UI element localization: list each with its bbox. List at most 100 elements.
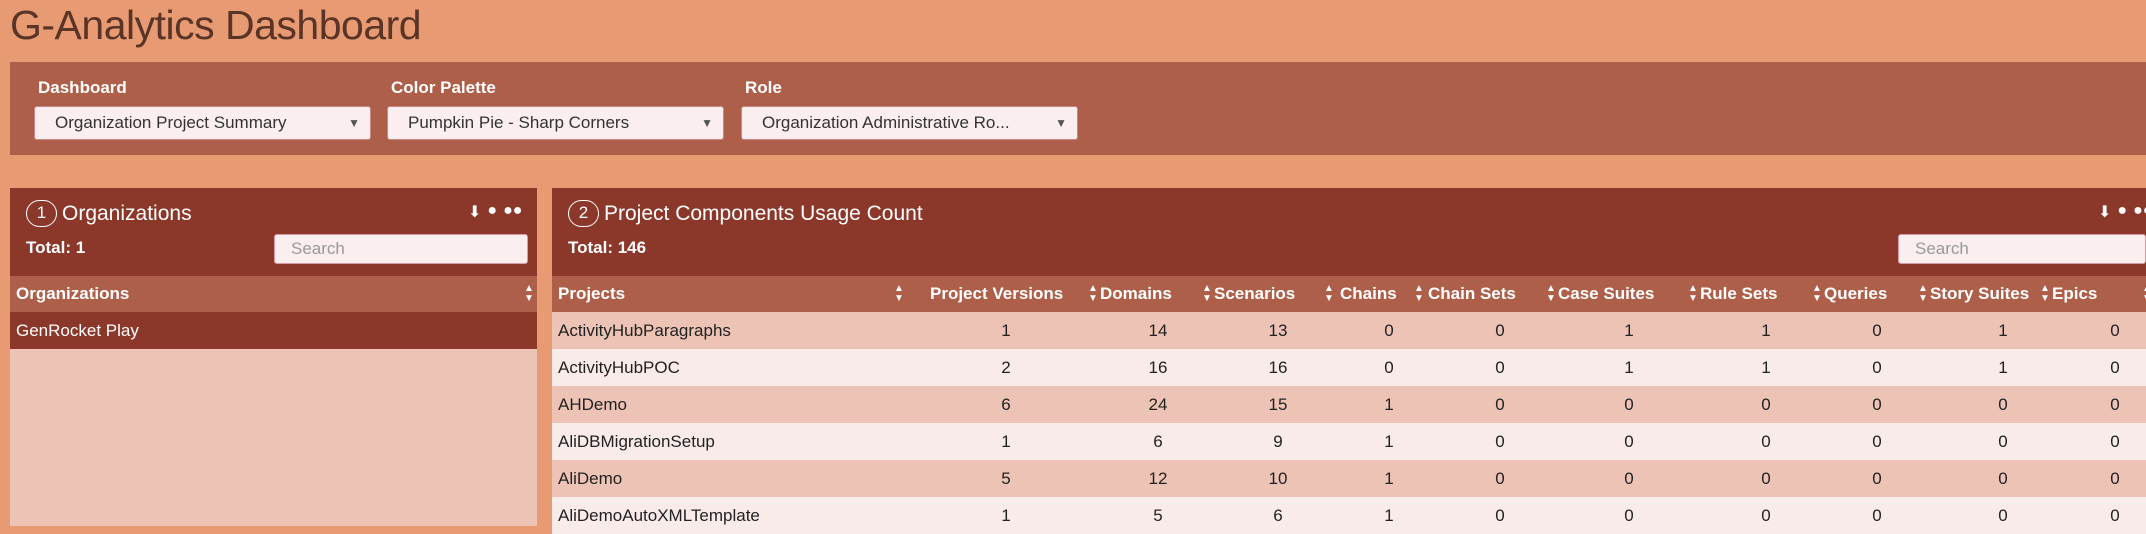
sort-icon[interactable]: ▲▼ bbox=[1088, 284, 1098, 304]
cell-value: 24 bbox=[1148, 395, 1168, 414]
organizations-panel: 1 Organizations ⬇ ● ●● Total: 1 Search O… bbox=[10, 188, 537, 526]
sort-icon[interactable]: ▲▼ bbox=[2040, 284, 2050, 304]
cell-value: 15 bbox=[1268, 395, 1288, 414]
table-row[interactable]: AliDBMigrationSetup 1 6 9 1 0 0 0 0 0 0 bbox=[552, 423, 2146, 460]
cell-value: 0 bbox=[1624, 432, 1634, 451]
role-select-value: Organization Administrative Ro... bbox=[762, 113, 1010, 132]
table-row[interactable]: AliDemo 5 12 10 1 0 0 0 0 0 0 bbox=[552, 460, 2146, 497]
column-header-queries[interactable]: Queries bbox=[1824, 276, 1887, 312]
panel-number: 1 bbox=[26, 200, 57, 227]
sort-icon[interactable]: ▲▼ bbox=[1324, 284, 1334, 304]
cell-value: 1 bbox=[1001, 506, 1011, 525]
role-select[interactable]: Organization Administrative Ro... ▼ bbox=[741, 106, 1078, 140]
cell-value: 6 bbox=[1153, 432, 1163, 451]
cell-value: 0 bbox=[2110, 358, 2120, 377]
users-icon[interactable]: ●● bbox=[503, 202, 522, 222]
cell-value: 0 bbox=[1495, 506, 1505, 525]
column-header-story-suites[interactable]: Story Suites bbox=[1930, 276, 2029, 312]
organization-name: GenRocket Play bbox=[16, 321, 139, 340]
user-icon[interactable]: ● bbox=[487, 202, 497, 222]
download-icon[interactable]: ⬇ bbox=[468, 202, 481, 222]
cell-value: 0 bbox=[2110, 506, 2120, 525]
project-name: AHDemo bbox=[558, 395, 627, 414]
organizations-total: Total: 1 bbox=[26, 238, 86, 257]
column-header-project-versions[interactable]: Project Versions bbox=[930, 276, 1063, 312]
project-name: AliDBMigrationSetup bbox=[558, 432, 715, 451]
dashboard-select[interactable]: Organization Project Summary ▼ bbox=[34, 106, 371, 140]
project-name: AliDemoAutoXMLTemplate bbox=[558, 506, 760, 525]
column-header-chains[interactable]: Chains bbox=[1340, 276, 1397, 312]
column-header-case-suites[interactable]: Case Suites bbox=[1558, 276, 1654, 312]
cell-value: 6 bbox=[1001, 395, 1011, 414]
cell-value: 0 bbox=[1872, 469, 1882, 488]
sort-icon[interactable]: ▲▼ bbox=[2142, 284, 2146, 304]
panel-title: Organizations bbox=[62, 201, 192, 225]
column-header-projects[interactable]: Projects bbox=[558, 276, 625, 312]
cell-value: 1 bbox=[1998, 358, 2008, 377]
cell-value: 1 bbox=[1384, 469, 1394, 488]
sort-icon[interactable]: ▲▼ bbox=[1414, 284, 1424, 304]
users-icon[interactable]: ●● bbox=[2133, 202, 2146, 222]
column-header-organizations[interactable]: Organizations bbox=[16, 276, 129, 312]
column-header-scenarios[interactable]: Scenarios bbox=[1214, 276, 1295, 312]
sort-icon[interactable]: ▲▼ bbox=[1546, 284, 1556, 304]
cell-value: 0 bbox=[1872, 506, 1882, 525]
column-header-rule-sets[interactable]: Rule Sets bbox=[1700, 276, 1777, 312]
organizations-column-header: Organizations ▲ ▼ bbox=[10, 276, 537, 312]
cell-value: 1 bbox=[1384, 395, 1394, 414]
cell-value: 0 bbox=[1624, 395, 1634, 414]
cell-value: 0 bbox=[1761, 506, 1771, 525]
sort-icon[interactable]: ▲▼ bbox=[894, 284, 904, 304]
cell-value: 0 bbox=[1495, 358, 1505, 377]
cell-value: 5 bbox=[1153, 506, 1163, 525]
cell-value: 1 bbox=[1384, 506, 1394, 525]
cell-value: 6 bbox=[1273, 506, 1283, 525]
table-row[interactable]: ActivityHubPOC 2 16 16 0 0 1 1 0 1 0 bbox=[552, 349, 2146, 386]
cell-value: 12 bbox=[1148, 469, 1168, 488]
palette-select[interactable]: Pumpkin Pie - Sharp Corners ▼ bbox=[387, 106, 724, 140]
table-row[interactable]: AHDemo 6 24 15 1 0 0 0 0 0 0 bbox=[552, 386, 2146, 423]
palette-filter: Color Palette Pumpkin Pie - Sharp Corner… bbox=[387, 78, 724, 140]
sort-icon[interactable]: ▲▼ bbox=[1202, 284, 1212, 304]
cell-value: 0 bbox=[1761, 395, 1771, 414]
palette-select-value: Pumpkin Pie - Sharp Corners bbox=[408, 113, 630, 132]
panel-title: Project Components Usage Count bbox=[604, 201, 923, 225]
cell-value: 0 bbox=[1872, 432, 1882, 451]
chevron-down-icon: ▼ bbox=[348, 116, 360, 130]
cell-value: 1 bbox=[1624, 321, 1634, 340]
column-header-chain-sets[interactable]: Chain Sets bbox=[1428, 276, 1516, 312]
components-panel: 2 Project Components Usage Count ⬇ ● ●● … bbox=[552, 188, 2146, 534]
cell-value: 16 bbox=[1268, 358, 1288, 377]
sort-icon[interactable]: ▲▼ bbox=[1918, 284, 1928, 304]
cell-value: 1 bbox=[1761, 321, 1771, 340]
table-row[interactable]: ActivityHubParagraphs 1 14 13 0 0 1 1 0 1 0 bbox=[552, 312, 2146, 349]
dashboard-label: Dashboard bbox=[38, 78, 127, 97]
cell-value: 0 bbox=[1998, 395, 2008, 414]
cell-value: 5 bbox=[1001, 469, 1011, 488]
components-search-input[interactable]: Search bbox=[1898, 234, 2146, 264]
sort-icon[interactable]: ▲▼ bbox=[1812, 284, 1822, 304]
sort-icon[interactable]: ▲▼ bbox=[1688, 284, 1698, 304]
cell-value: 0 bbox=[1495, 321, 1505, 340]
components-total: Total: 146 bbox=[568, 238, 647, 257]
column-header-domains[interactable]: Domains bbox=[1100, 276, 1172, 312]
cell-value: 0 bbox=[2110, 395, 2120, 414]
role-filter: Role Organization Administrative Ro... ▼ bbox=[741, 78, 1078, 140]
user-icon[interactable]: ● bbox=[2117, 202, 2127, 222]
download-icon[interactable]: ⬇ bbox=[2098, 202, 2111, 222]
cell-value: 0 bbox=[2110, 469, 2120, 488]
panel-number: 2 bbox=[568, 200, 599, 227]
table-row[interactable]: AliDemoAutoXMLTemplate 1 5 6 1 0 0 0 0 0 0 bbox=[552, 497, 2146, 534]
components-column-header: Projects ▲ ▼ Project Versions ▲ ▼ Domains ▲ ▼ Sce… bbox=[552, 276, 2146, 312]
dashboard-select-value: Organization Project Summary bbox=[55, 113, 287, 132]
project-name: ActivityHubParagraphs bbox=[558, 321, 731, 340]
cell-value: 0 bbox=[1872, 395, 1882, 414]
cell-value: 2 bbox=[1001, 358, 1011, 377]
column-header-epics[interactable]: Epics bbox=[2052, 276, 2097, 312]
organizations-search-input[interactable]: Search bbox=[274, 234, 528, 264]
cell-value: 1 bbox=[1998, 321, 2008, 340]
cell-value: 1 bbox=[1761, 358, 1771, 377]
sort-icon[interactable]: ▲▼ bbox=[524, 284, 534, 304]
table-row[interactable]: GenRocket Play bbox=[10, 312, 537, 349]
dashboard-filter: Dashboard Organization Project Summary ▼ bbox=[34, 78, 371, 140]
